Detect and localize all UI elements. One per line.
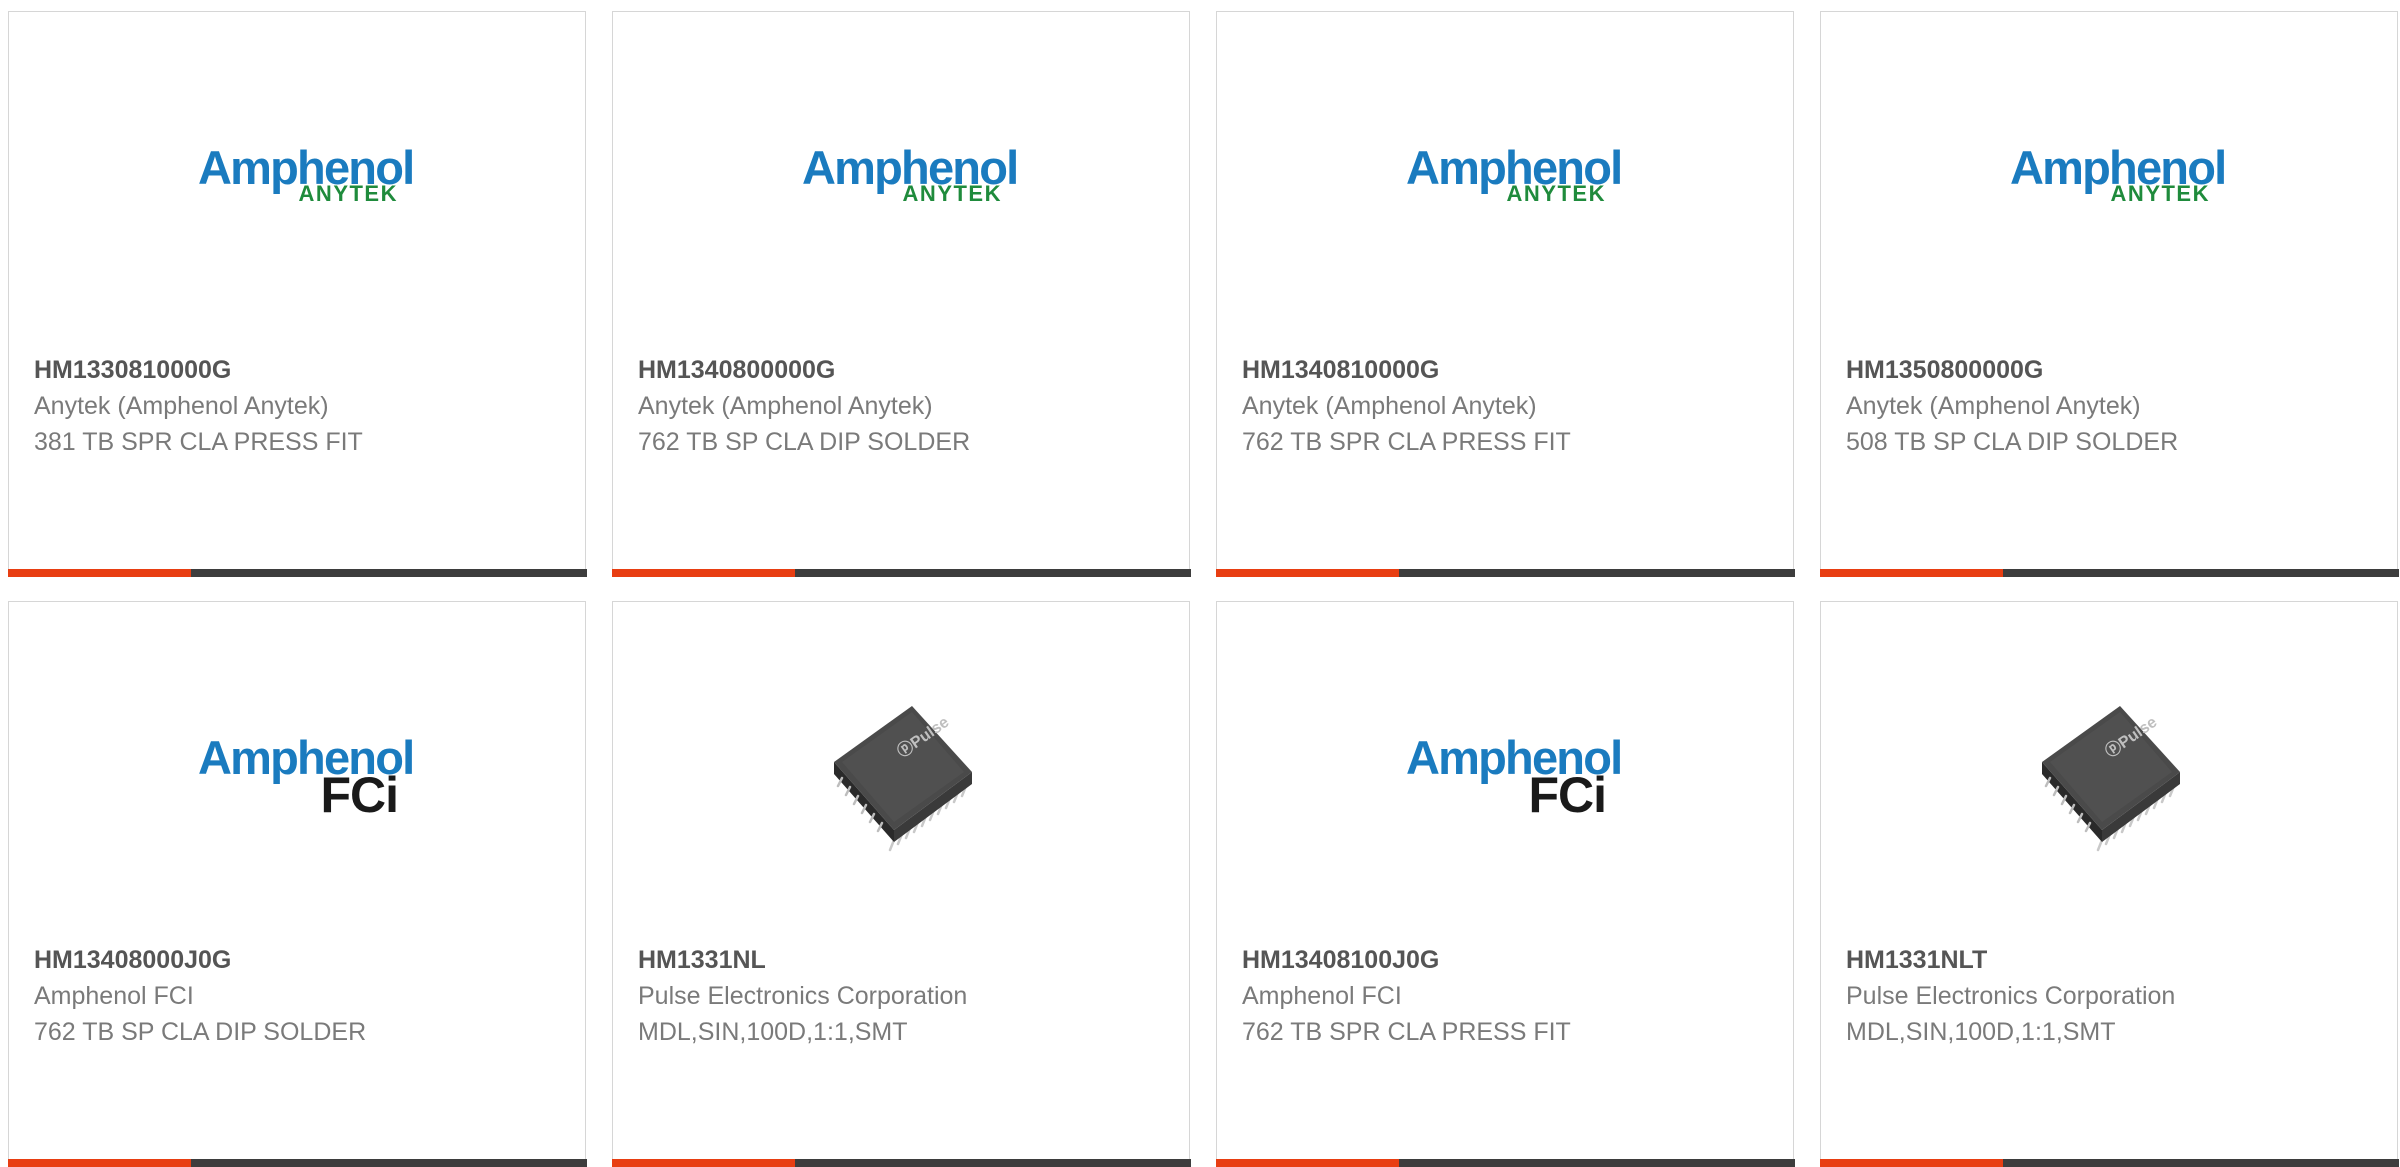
product-description: 762 TB SPR CLA PRESS FIT (1242, 428, 1571, 456)
card-footer-bar (611, 569, 1191, 577)
amphenol-anytek-logo: Amphenol ANYTEK (2010, 141, 2227, 206)
amphenol-fci-logo: Amphenol FCi (1406, 731, 1623, 823)
part-number-link[interactable]: HM1340810000G (1242, 354, 1439, 386)
part-number-link[interactable]: HM1331NL (638, 944, 766, 976)
product-image[interactable]: Amphenol FCi (198, 672, 415, 872)
part-number-link[interactable]: HM1350800000G (1846, 354, 2043, 386)
manufacturer-name: Pulse Electronics Corporation (638, 982, 968, 1010)
card-footer-bar (1215, 569, 1795, 577)
product-image[interactable]: ⓟPulse (2010, 672, 2210, 872)
card-accent-bar (1819, 569, 2003, 577)
part-number-link[interactable]: HM1331NLT (1846, 944, 1987, 976)
card-accent-bar (1215, 1159, 1399, 1167)
card-accent-bar (611, 1159, 795, 1167)
product-description: 762 TB SPR CLA PRESS FIT (1242, 1018, 1571, 1046)
pulse-transformer-chip: ⓟPulse (834, 706, 972, 852)
product-description: 508 TB SP CLA DIP SOLDER (1846, 428, 2179, 456)
card-footer-bar (1215, 1159, 1795, 1167)
pulse-transformer-chip: ⓟPulse (2042, 706, 2180, 852)
part-number-link[interactable]: HM13408100J0G (1242, 944, 1439, 976)
product-grid: Amphenol ANYTEK HM1330810000G Anytek (Am… (0, 0, 2400, 1167)
manufacturer-name: Anytek (Amphenol Anytek) (638, 392, 933, 420)
product-image[interactable]: ⓟPulse (802, 672, 1002, 872)
product-card[interactable]: Amphenol ANYTEK HM1330810000G Anytek (Am… (7, 11, 587, 577)
product-card[interactable]: Amphenol FCi HM13408000J0G Amphenol FCI … (7, 601, 587, 1167)
manufacturer-name: Anytek (Amphenol Anytek) (1242, 392, 1537, 420)
manufacturer-name: Amphenol FCI (1242, 982, 1402, 1010)
product-image[interactable]: Amphenol ANYTEK (198, 82, 415, 282)
product-description: 762 TB SP CLA DIP SOLDER (34, 1018, 367, 1046)
product-card[interactable]: Amphenol FCi HM13408100J0G Amphenol FCI … (1215, 601, 1795, 1167)
product-card[interactable]: ⓟPulse HM1331NL Pulse Electronics Corpor… (611, 601, 1191, 1167)
product-image[interactable]: Amphenol FCi (1406, 672, 1623, 872)
amphenol-fci-logo: Amphenol FCi (198, 731, 415, 823)
manufacturer-name: Pulse Electronics Corporation (1846, 982, 2176, 1010)
card-accent-bar (7, 569, 191, 577)
product-card[interactable]: Amphenol ANYTEK HM1350800000G Anytek (Am… (1819, 11, 2399, 577)
product-card[interactable]: Amphenol ANYTEK HM1340800000G Anytek (Am… (611, 11, 1191, 577)
product-image[interactable]: Amphenol ANYTEK (2010, 82, 2227, 282)
part-number-link[interactable]: HM13408000J0G (34, 944, 231, 976)
product-image[interactable]: Amphenol ANYTEK (1406, 82, 1623, 282)
card-footer-bar (7, 1159, 587, 1167)
manufacturer-name: Amphenol FCI (34, 982, 194, 1010)
card-footer-bar (1819, 1159, 2399, 1167)
card-accent-bar (1215, 569, 1399, 577)
product-card[interactable]: Amphenol ANYTEK HM1340810000G Anytek (Am… (1215, 11, 1795, 577)
manufacturer-name: Anytek (Amphenol Anytek) (34, 392, 329, 420)
product-image[interactable]: Amphenol ANYTEK (802, 82, 1019, 282)
card-footer-bar (1819, 569, 2399, 577)
product-description: MDL,SIN,100D,1:1,SMT (1846, 1018, 2116, 1046)
part-number-link[interactable]: HM1340800000G (638, 354, 835, 386)
card-accent-bar (611, 569, 795, 577)
amphenol-anytek-logo: Amphenol ANYTEK (802, 141, 1019, 206)
card-footer-bar (7, 569, 587, 577)
product-description: 381 TB SPR CLA PRESS FIT (34, 428, 363, 456)
product-description: 762 TB SP CLA DIP SOLDER (638, 428, 971, 456)
amphenol-anytek-logo: Amphenol ANYTEK (1406, 141, 1623, 206)
product-card[interactable]: ⓟPulse HM1331NLT Pulse Electronics Corpo… (1819, 601, 2399, 1167)
amphenol-anytek-logo: Amphenol ANYTEK (198, 141, 415, 206)
product-description: MDL,SIN,100D,1:1,SMT (638, 1018, 908, 1046)
card-footer-bar (611, 1159, 1191, 1167)
card-accent-bar (7, 1159, 191, 1167)
part-number-link[interactable]: HM1330810000G (34, 354, 231, 386)
card-accent-bar (1819, 1159, 2003, 1167)
manufacturer-name: Anytek (Amphenol Anytek) (1846, 392, 2141, 420)
